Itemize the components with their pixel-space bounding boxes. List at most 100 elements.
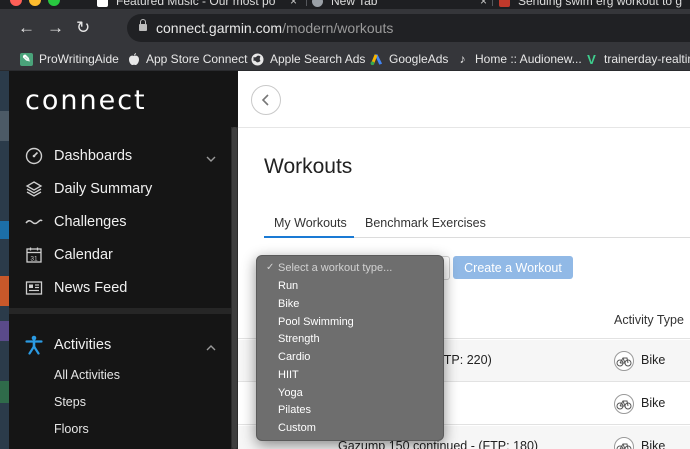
tab-favicon-icon	[97, 0, 108, 7]
dropdown-option-label: HIIT	[278, 369, 299, 381]
browser-tab-new-tab[interactable]: New Tab ×	[312, 0, 487, 8]
create-workout-button[interactable]: Create a Workout	[453, 256, 573, 279]
dropdown-option-label: Pilates	[278, 404, 312, 416]
note-icon: ♪	[459, 52, 466, 66]
dropdown-option-bike[interactable]: Bike	[257, 296, 443, 313]
browser-tab-sending-swim-erg[interactable]: Sending swim erg workout to g	[499, 0, 690, 8]
bookmark-app-store-connect[interactable]: App Store Connect	[127, 51, 247, 67]
bike-icon	[614, 394, 634, 414]
bookmark-label: ProWritingAide	[39, 52, 119, 66]
dropdown-option-run[interactable]: Run	[257, 278, 443, 295]
dropdown-option-custom[interactable]: Custom	[257, 420, 443, 437]
bookmark-home-audionew[interactable]: ♪ Home :: Audionew...	[456, 51, 582, 67]
tab-title: Sending swim erg workout to g	[518, 0, 683, 8]
window-close-button[interactable]	[10, 0, 22, 6]
bookmarks-bar: ✎ ProWritingAide App Store Connect Apple…	[0, 47, 690, 71]
dropdown-option-hiit[interactable]: HIIT	[257, 367, 443, 384]
google-ads-icon	[370, 53, 383, 66]
tab-close-icon[interactable]: ×	[290, 0, 297, 8]
bookmark-googleads[interactable]: GoogleAds	[370, 51, 448, 67]
bookmark-label: Home :: Audionew...	[475, 52, 582, 66]
sidebar: connect Dashboards Daily Summary Challen…	[9, 71, 238, 449]
dropdown-option-label: Pool Swimming	[278, 316, 354, 328]
bookmark-label: App Store Connect	[146, 52, 248, 66]
screen: Featured Music - Our most po × New Tab ×…	[0, 0, 690, 449]
dropdown-option-label: Cardio	[278, 351, 311, 363]
forward-arrow-icon[interactable]: →	[47, 19, 64, 36]
checkmark-icon: ✓	[266, 262, 275, 273]
sidebar-item-label: Dashboards	[54, 148, 133, 164]
sidebar-item-daily-summary[interactable]: Daily Summary	[9, 174, 231, 204]
active-tab-indicator	[264, 236, 354, 238]
url-path: /modern/workouts	[282, 20, 394, 36]
sidebar-divider	[9, 308, 231, 314]
dropdown-option-placeholder[interactable]: ✓ Select a workout type...	[257, 260, 443, 277]
address-bar[interactable]: connect.garmin.com/modern/workouts	[127, 14, 690, 42]
desktop-background	[0, 71, 9, 449]
browser-tab-featured-music[interactable]: Featured Music - Our most po ×	[97, 0, 297, 8]
reload-icon[interactable]: ↻	[76, 19, 90, 36]
speedometer-icon	[25, 147, 43, 165]
dropdown-option-pilates[interactable]: Pilates	[257, 402, 443, 419]
tab-favicon-icon	[312, 0, 323, 7]
url-host: connect.garmin.com	[156, 20, 283, 36]
sidebar-subitem-steps[interactable]: Steps	[54, 395, 86, 409]
dropdown-option-pool-swimming[interactable]: Pool Swimming	[257, 314, 443, 331]
sidebar-item-dashboards[interactable]: Dashboards	[9, 141, 231, 171]
tab-favicon-icon	[499, 0, 510, 7]
sidebar-item-label: Challenges	[54, 214, 127, 230]
activity-type-label: Bike	[641, 439, 666, 449]
back-button[interactable]	[251, 85, 281, 115]
tab-separator	[492, 0, 493, 6]
news-icon	[25, 279, 43, 297]
bookmark-label: Apple Search Ads	[270, 52, 366, 66]
activity-type-label: Bike	[641, 396, 666, 410]
tab-title: New Tab	[331, 0, 378, 8]
globe-icon	[251, 53, 264, 66]
tab-my-workouts[interactable]: My Workouts	[274, 216, 347, 230]
calendar-icon: 31	[25, 246, 43, 264]
window-minimize-button[interactable]	[29, 0, 41, 6]
tab-benchmark-exercises[interactable]: Benchmark Exercises	[365, 216, 486, 230]
sidebar-item-activities[interactable]: Activities	[9, 330, 231, 360]
dropdown-option-label: Select a workout type...	[278, 262, 393, 274]
bookmark-prowritingaide[interactable]: ✎ ProWritingAide	[20, 51, 119, 67]
sidebar-item-label: Daily Summary	[54, 181, 153, 197]
sidebar-item-label: Calendar	[54, 247, 113, 263]
workout-type-dropdown[interactable]: ✓ Select a workout type... Run Bike Pool…	[256, 255, 444, 441]
dropdown-option-label: Yoga	[278, 387, 303, 399]
sidebar-subitem-floors[interactable]: Floors	[54, 422, 89, 436]
dropdown-option-yoga[interactable]: Yoga	[257, 385, 443, 402]
lock-icon	[139, 19, 147, 33]
window-zoom-button[interactable]	[48, 0, 60, 6]
dropdown-option-label: Custom	[278, 422, 316, 434]
column-header-activity-type[interactable]: Activity Type	[614, 313, 684, 327]
sidebar-subitem-all-activities[interactable]: All Activities	[54, 368, 120, 382]
sidebar-scrollbar[interactable]	[231, 127, 238, 449]
dropdown-option-cardio[interactable]: Cardio	[257, 349, 443, 366]
wave-icon	[25, 213, 43, 231]
sidebar-item-label: News Feed	[54, 280, 128, 296]
back-arrow-icon[interactable]: ←	[18, 19, 35, 36]
chevron-down-icon[interactable]	[206, 150, 216, 162]
bookmark-trainerday[interactable]: V trainerday-realtim	[585, 51, 690, 67]
dropdown-option-label: Run	[278, 280, 299, 292]
tab-separator	[306, 0, 307, 6]
sidebar-item-news-feed[interactable]: News Feed	[9, 273, 231, 303]
chevron-up-icon[interactable]	[206, 339, 216, 351]
bike-icon	[614, 351, 634, 371]
sidebar-item-calendar[interactable]: 31 Calendar	[9, 240, 231, 270]
scrollbar-thumb[interactable]	[232, 127, 237, 449]
sidebar-item-challenges[interactable]: Challenges	[9, 207, 231, 237]
dropdown-option-strength[interactable]: Strength	[257, 331, 443, 348]
tab-close-icon[interactable]: ×	[480, 0, 487, 8]
garmin-connect-logo[interactable]: connect	[25, 85, 147, 116]
top-nav-strip	[238, 71, 690, 128]
sidebar-item-label: Activities	[54, 337, 112, 353]
bookmark-label: GoogleAds	[389, 52, 449, 66]
bookmark-apple-search-ads[interactable]: Apple Search Ads	[251, 51, 365, 67]
page-title: Workouts	[264, 155, 353, 178]
activity-type-label: Bike	[641, 353, 666, 367]
v-icon: V	[587, 51, 596, 67]
prowritingaid-icon: ✎	[20, 52, 33, 66]
